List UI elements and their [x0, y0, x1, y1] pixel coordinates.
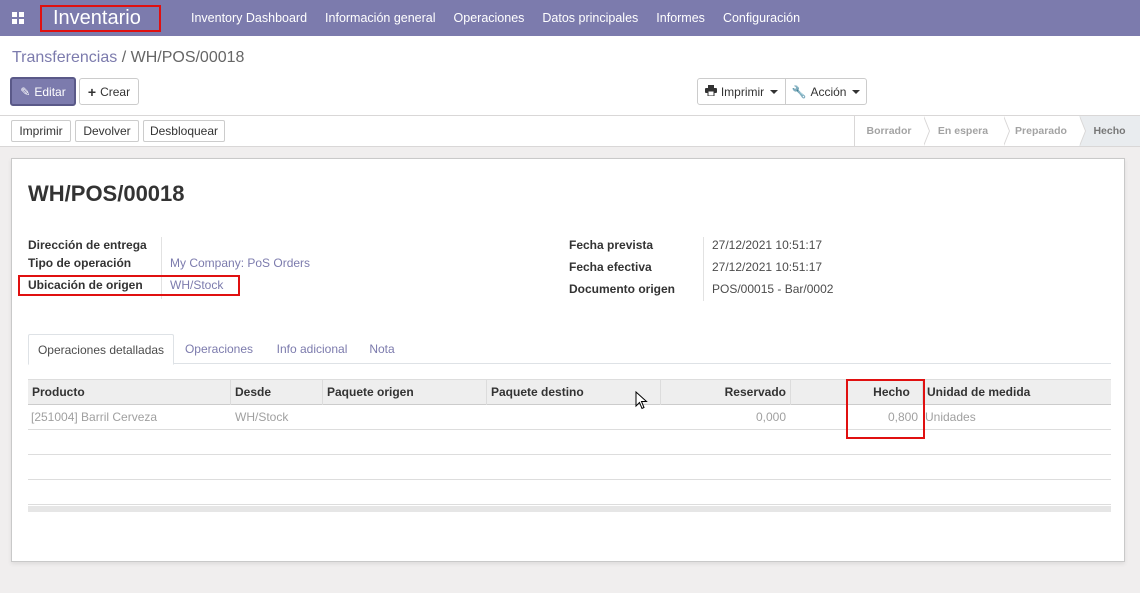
- stage-en-espera: En espera: [923, 116, 1010, 146]
- field-value-documento-origen[interactable]: POS/00015 - Bar/0002: [712, 282, 833, 296]
- field-value-fecha-efectiva[interactable]: 27/12/2021 10:51:17: [712, 260, 822, 274]
- cell-unidad-medida[interactable]: Unidades: [922, 405, 1110, 429]
- table-row[interactable]: [251004] Barril Cerveza WH/Stock 0,000 0…: [28, 405, 1111, 430]
- column-header-desde[interactable]: Desde: [231, 380, 323, 405]
- field-label-fecha-prevista: Fecha prevista: [569, 238, 654, 252]
- main-menu: Inventory Dashboard Información general …: [191, 11, 818, 25]
- highlight-box-hecho: [846, 379, 925, 439]
- empty-row: [28, 430, 1111, 455]
- print-button[interactable]: Imprimir: [11, 120, 71, 142]
- chevron-down-icon: [770, 89, 779, 94]
- table-footer: [28, 506, 1111, 512]
- field-label-documento-origen: Documento origen: [569, 282, 676, 296]
- column-header-producto[interactable]: Producto: [28, 380, 231, 405]
- action-dropdown[interactable]: 🔧 Acción: [785, 78, 867, 105]
- menu-inventory-dashboard[interactable]: Inventory Dashboard: [191, 11, 307, 25]
- breadcrumb-parent[interactable]: Transferencias: [12, 49, 117, 66]
- breadcrumb-current: WH/POS/00018: [130, 49, 245, 66]
- field-value-fecha-prevista[interactable]: 27/12/2021 10:51:17: [712, 238, 822, 252]
- app-name[interactable]: Inventario: [40, 4, 161, 32]
- print-dropdown-label: Imprimir: [720, 84, 765, 99]
- cell-paquete-origen[interactable]: [323, 405, 487, 429]
- cell-producto[interactable]: [251004] Barril Cerveza: [28, 405, 231, 429]
- menu-configuracion[interactable]: Configuración: [723, 11, 800, 25]
- table-header: Producto Desde Paquete origen Paquete de…: [28, 379, 1111, 405]
- top-navbar: Inventario Inventory Dashboard Informaci…: [0, 0, 1140, 36]
- cell-desde[interactable]: WH/Stock: [232, 405, 324, 429]
- plus-icon: +: [87, 83, 97, 100]
- create-button-label: Crear: [100, 84, 131, 99]
- menu-informacion-general[interactable]: Información general: [325, 11, 435, 25]
- form-sheet: WH/POS/00018 Dirección de entrega Tipo d…: [11, 158, 1125, 562]
- return-button[interactable]: Devolver: [75, 120, 139, 142]
- create-button[interactable]: + Crear: [79, 78, 139, 105]
- stage-hecho: Hecho: [1079, 116, 1140, 146]
- field-value-tipo-operacion[interactable]: My Company: PoS Orders: [170, 256, 310, 270]
- chevron-down-icon: [852, 89, 861, 94]
- field-divider: [703, 237, 704, 301]
- notebook-tabs: Operaciones detalladas Operaciones Info …: [28, 334, 1111, 365]
- control-panel: Transferencias / WH/POS/00018 ✎ Editar +…: [0, 36, 1140, 116]
- field-label-direccion-entrega: Dirección de entrega: [28, 238, 147, 252]
- stage-preparado: Preparado: [1003, 116, 1086, 146]
- printer-icon: [704, 84, 717, 99]
- wrench-icon: 🔧: [791, 84, 807, 99]
- highlight-box-ubicacion: [18, 275, 240, 296]
- unlock-button[interactable]: Desbloquear: [143, 120, 225, 142]
- tab-nota[interactable]: Nota: [364, 334, 400, 364]
- tab-info-adicional[interactable]: Info adicional: [268, 334, 356, 364]
- menu-operaciones[interactable]: Operaciones: [454, 11, 525, 25]
- empty-row: [28, 480, 1111, 505]
- mouse-cursor-icon: [635, 390, 648, 413]
- field-label-tipo-operacion: Tipo de operación: [28, 256, 132, 270]
- record-title: WH/POS/00018: [28, 181, 185, 206]
- menu-datos-principales[interactable]: Datos principales: [542, 11, 638, 25]
- tab-operaciones[interactable]: Operaciones: [178, 334, 260, 364]
- edit-button[interactable]: ✎ Editar: [10, 77, 76, 106]
- edit-button-label: Editar: [34, 84, 66, 99]
- field-label-fecha-efectiva: Fecha efectiva: [569, 260, 652, 274]
- status-bar: Imprimir Devolver Desbloquear Borrador E…: [0, 116, 1140, 147]
- column-header-reservado[interactable]: Reservado: [661, 380, 791, 405]
- breadcrumb-separator: /: [121, 49, 127, 66]
- column-header-unidad-medida[interactable]: Unidad de medida: [923, 380, 1111, 405]
- apps-menu-icon[interactable]: [0, 0, 36, 36]
- breadcrumb: Transferencias / WH/POS/00018: [12, 49, 244, 67]
- action-dropdown-label: Acción: [810, 84, 847, 99]
- column-header-paquete-origen[interactable]: Paquete origen: [323, 380, 487, 405]
- empty-row: [28, 455, 1111, 480]
- menu-informes[interactable]: Informes: [656, 11, 705, 25]
- stage-borrador: Borrador: [855, 116, 930, 146]
- tab-operaciones-detalladas[interactable]: Operaciones detalladas: [28, 334, 174, 365]
- pencil-icon: ✎: [20, 84, 31, 99]
- print-dropdown[interactable]: Imprimir: [697, 78, 786, 105]
- cell-reservado[interactable]: 0,000: [661, 405, 791, 429]
- status-stages: Borrador En espera Preparado Hecho: [854, 116, 1140, 146]
